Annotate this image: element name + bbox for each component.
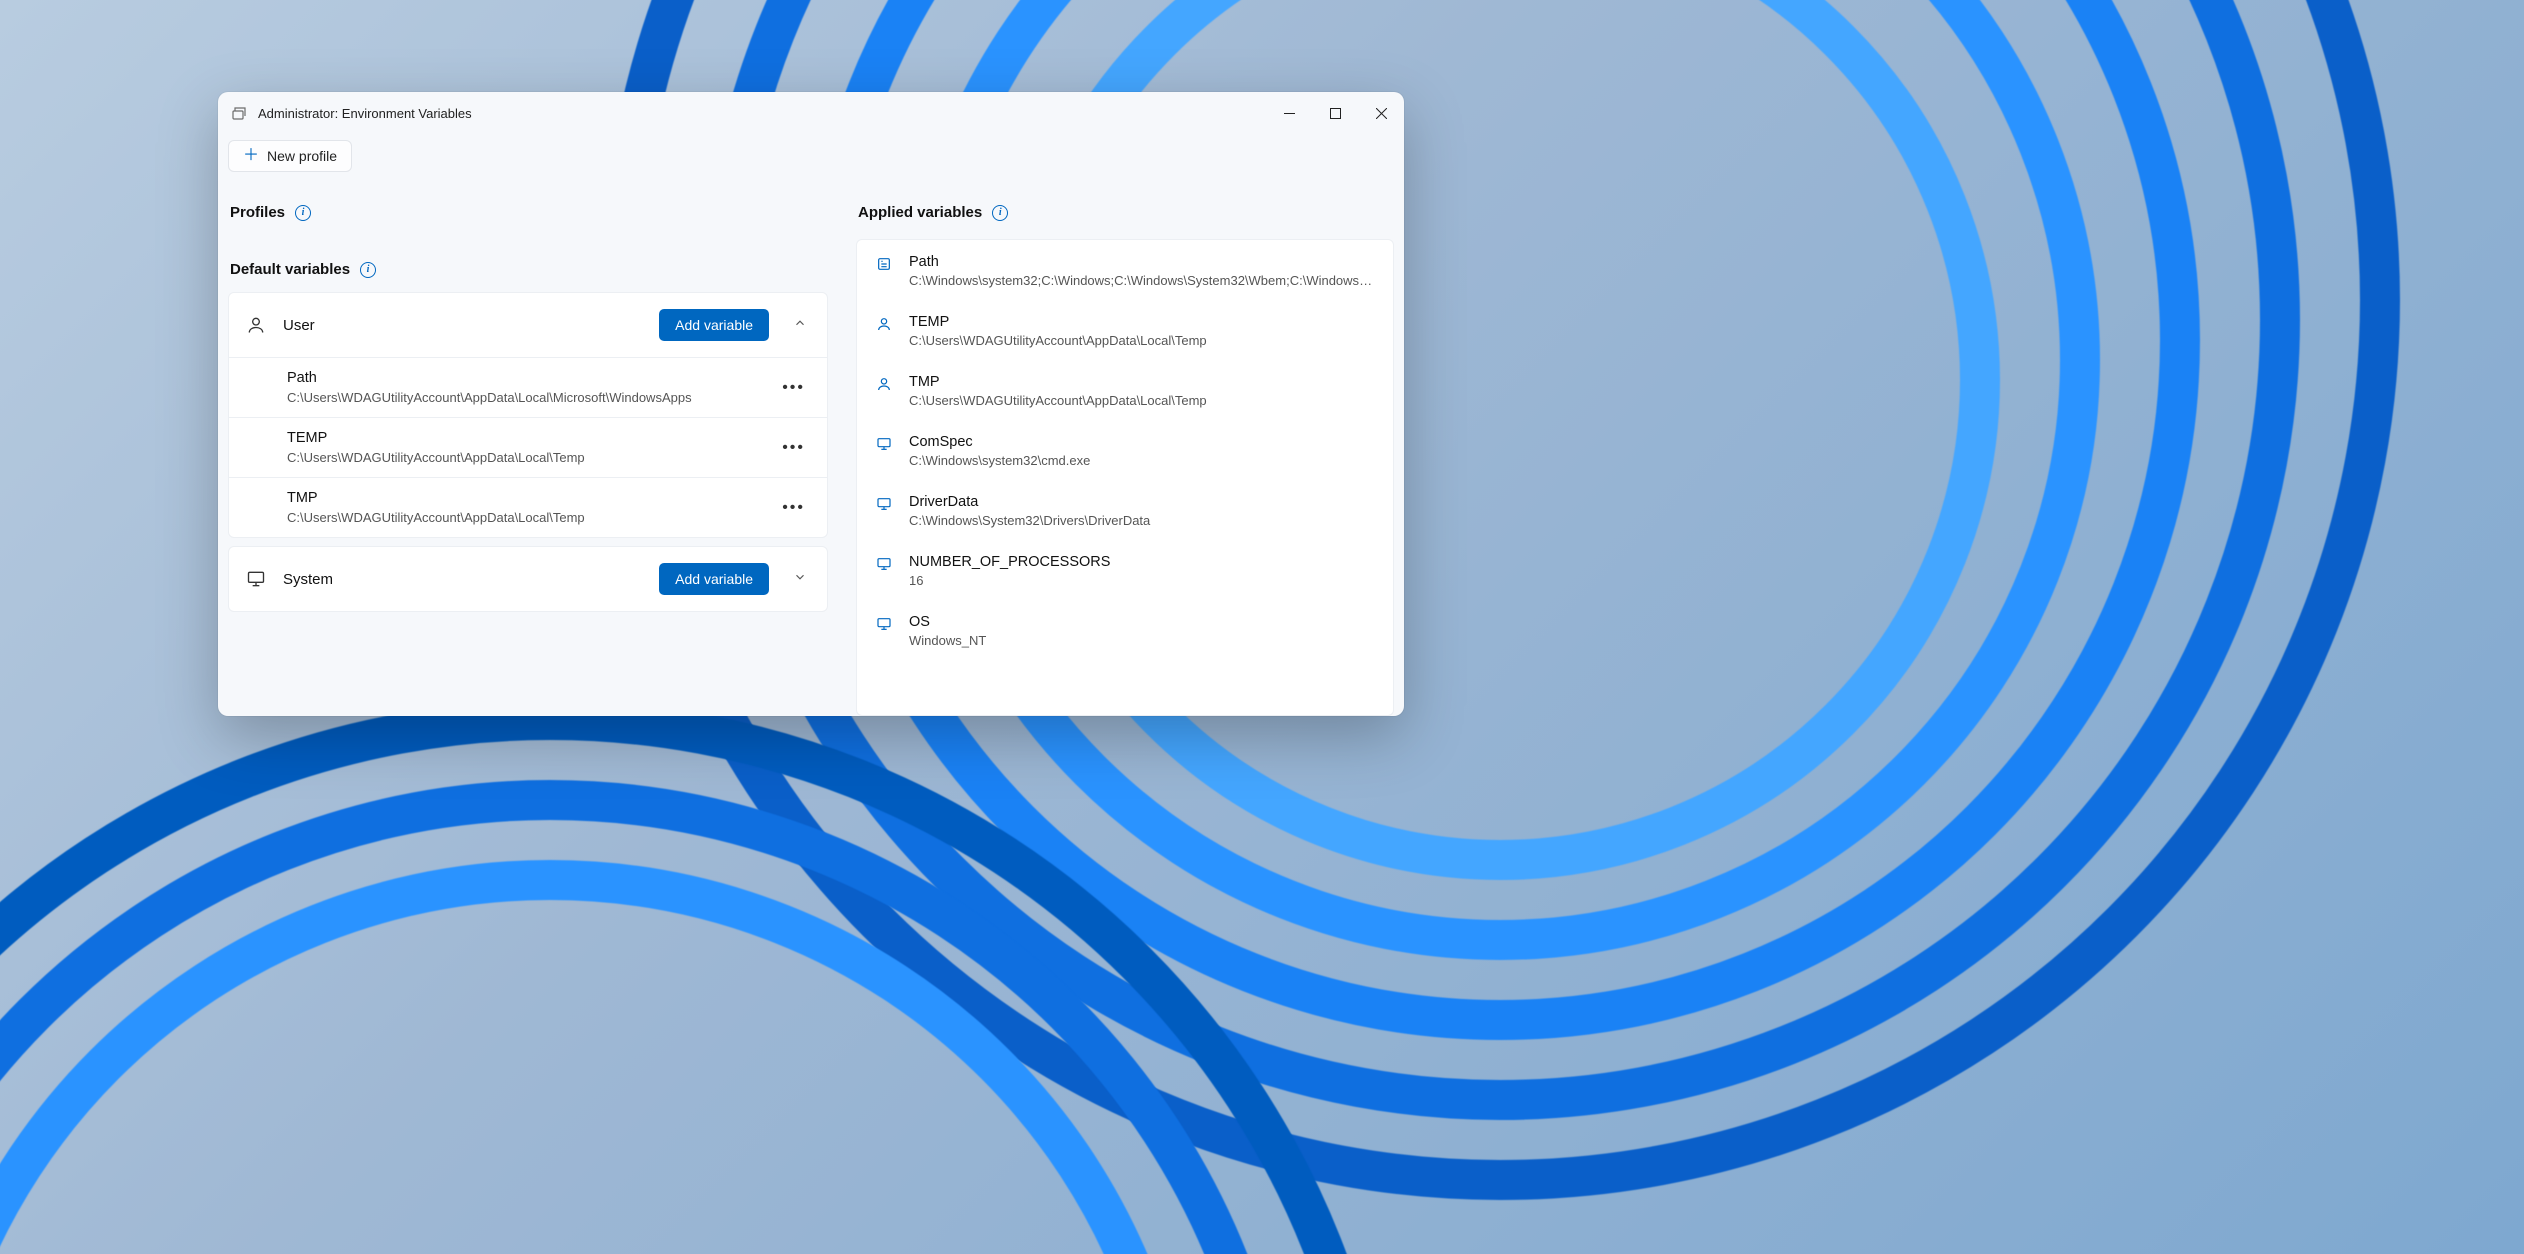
profiles-heading: Profiles i (228, 200, 828, 239)
chevron-down-icon[interactable] (793, 570, 811, 589)
chevron-up-icon[interactable] (793, 316, 811, 335)
applied-variable-name: TMP (909, 374, 1375, 390)
variable-row[interactable]: Path C:\Users\WDAGUtilityAccount\AppData… (229, 357, 827, 417)
variable-name: TMP (287, 490, 764, 506)
user-group-title: User (283, 317, 643, 334)
close-button[interactable] (1358, 92, 1404, 134)
applied-variable-row[interactable]: DriverData C:\Windows\System32\Drivers\Dr… (857, 482, 1393, 542)
applied-variable-value: Windows_NT (909, 633, 1375, 648)
applied-variables-list: Path C:\Windows\system32;C:\Windows;C:\Wi… (856, 239, 1394, 716)
variable-value: C:\Users\WDAGUtilityAccount\AppData\Loca… (287, 510, 764, 525)
user-variables-card: User Add variable Path C:\Users\WDAGUtil… (228, 292, 828, 538)
variable-value: C:\Users\WDAGUtilityAccount\AppData\Loca… (287, 390, 764, 405)
applied-variable-name: ComSpec (909, 434, 1375, 450)
monitor-icon (875, 496, 893, 512)
more-options-button[interactable]: ••• (776, 435, 811, 461)
add-variable-system-button[interactable]: Add variable (659, 563, 769, 595)
toolbar: ＋ New profile (218, 134, 1404, 172)
applied-variable-row[interactable]: ComSpec C:\Windows\system32\cmd.exe (857, 422, 1393, 482)
applied-variable-name: OS (909, 614, 1375, 630)
applied-variable-value: C:\Windows\system32\cmd.exe (909, 453, 1375, 468)
applied-variable-value: C:\Windows\system32;C:\Windows;C:\Window… (909, 273, 1375, 288)
applied-variable-value: C:\Windows\System32\Drivers\DriverData (909, 513, 1375, 528)
applied-variable-name: NUMBER_OF_PROCESSORS (909, 554, 1375, 570)
new-profile-button[interactable]: ＋ New profile (228, 140, 352, 172)
applied-variable-name: DriverData (909, 494, 1375, 510)
more-options-button[interactable]: ••• (776, 375, 811, 401)
default-variables-heading: Default variables i (228, 239, 828, 292)
applied-variable-value: C:\Users\WDAGUtilityAccount\AppData\Loca… (909, 393, 1375, 408)
app-icon (230, 104, 248, 122)
variable-name: TEMP (287, 430, 764, 446)
text-cursor-icon (875, 256, 893, 272)
info-icon[interactable]: i (360, 262, 376, 278)
info-icon[interactable]: i (992, 205, 1008, 221)
titlebar[interactable]: Administrator: Environment Variables (218, 92, 1404, 134)
applied-variable-row[interactable]: NUMBER_OF_PROCESSORS 16 (857, 542, 1393, 602)
applied-variable-value: 16 (909, 573, 1375, 588)
window-title: Administrator: Environment Variables (258, 106, 472, 121)
system-group-header[interactable]: System Add variable (229, 547, 827, 611)
add-variable-user-button[interactable]: Add variable (659, 309, 769, 341)
user-icon (875, 376, 893, 392)
user-icon (875, 316, 893, 332)
variable-row[interactable]: TEMP C:\Users\WDAGUtilityAccount\AppData… (229, 417, 827, 477)
applied-variable-value: C:\Users\WDAGUtilityAccount\AppData\Loca… (909, 333, 1375, 348)
variable-row[interactable]: TMP C:\Users\WDAGUtilityAccount\AppData\… (229, 477, 827, 537)
monitor-icon (875, 556, 893, 572)
monitor-icon (875, 616, 893, 632)
applied-variable-name: TEMP (909, 314, 1375, 330)
system-variables-card: System Add variable (228, 546, 828, 612)
maximize-button[interactable] (1312, 92, 1358, 134)
user-icon (245, 315, 267, 335)
variable-name: Path (287, 370, 764, 386)
applied-variable-row[interactable]: TEMP C:\Users\WDAGUtilityAccount\AppData\… (857, 302, 1393, 362)
monitor-icon (875, 436, 893, 452)
user-group-header[interactable]: User Add variable (229, 293, 827, 357)
applied-variable-name: Path (909, 254, 1375, 270)
monitor-icon (245, 569, 267, 589)
applied-variable-row[interactable]: OS Windows_NT (857, 602, 1393, 662)
minimize-button[interactable] (1266, 92, 1312, 134)
new-profile-label: New profile (267, 148, 337, 164)
applied-variable-row[interactable]: TMP C:\Users\WDAGUtilityAccount\AppData\L… (857, 362, 1393, 422)
app-window: Administrator: Environment Variables ＋ N… (218, 92, 1404, 716)
variable-value: C:\Users\WDAGUtilityAccount\AppData\Loca… (287, 450, 764, 465)
system-group-title: System (283, 571, 643, 588)
info-icon[interactable]: i (295, 205, 311, 221)
more-options-button[interactable]: ••• (776, 495, 811, 521)
plus-icon: ＋ (243, 148, 259, 164)
applied-variables-heading: Applied variables i (856, 200, 1394, 239)
applied-variable-row[interactable]: Path C:\Windows\system32;C:\Windows;C:\Wi… (857, 240, 1393, 302)
